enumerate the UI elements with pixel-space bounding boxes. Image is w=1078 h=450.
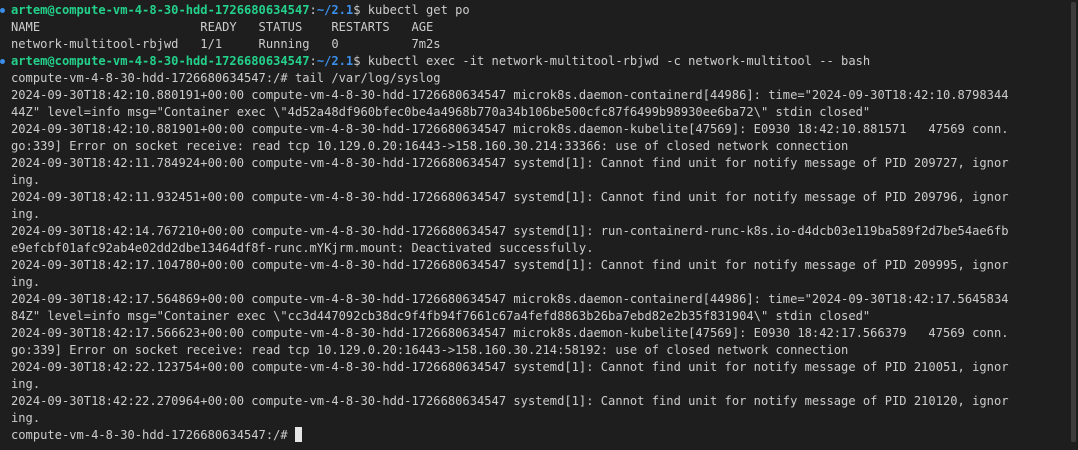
- final-prompt-line[interactable]: compute-vm-4-8-30-hdd-1726680634547:/#: [11, 427, 1068, 444]
- container-prompt-tail: compute-vm-4-8-30-hdd-1726680634547:/# t…: [11, 71, 441, 85]
- syslog-line: 2024-09-30T18:42:10.880191+00:00 compute…: [11, 88, 1009, 102]
- syslog-line: ing.: [11, 173, 41, 187]
- syslog-line: go:339] Error on socket receive: read tc…: [11, 139, 849, 153]
- syslog-line: 2024-09-30T18:42:17.104780+00:00 compute…: [11, 258, 1009, 272]
- syslog-line: 44Z" level=info msg="Container exec \"4d…: [11, 105, 871, 119]
- syslog-line: 2024-09-30T18:42:22.270964+00:00 compute…: [11, 394, 1009, 408]
- syslog-line: 2024-09-30T18:42:10.881901+00:00 compute…: [11, 122, 1009, 136]
- command-text: kubectl exec -it network-multitool-rbjwd…: [367, 54, 871, 68]
- syslog-line: 2024-09-30T18:42:22.123754+00:00 compute…: [11, 360, 1009, 374]
- syslog-line: ing.: [11, 411, 41, 425]
- scrollbar-thumb[interactable]: [1071, 2, 1076, 442]
- syslog-line: go:339] Error on socket receive: read tc…: [11, 343, 849, 357]
- prompt-path: ~/2.1: [316, 54, 354, 68]
- prompt-user-host: artem@compute-vm-4-8-30-hdd-172668063454…: [11, 3, 310, 17]
- terminal-window[interactable]: artem@compute-vm-4-8-30-hdd-172668063454…: [0, 0, 1078, 450]
- syslog-line: 2024-09-30T18:42:14.767210+00:00 compute…: [11, 224, 1009, 238]
- container-prompt: compute-vm-4-8-30-hdd-1726680634547:/#: [11, 428, 295, 442]
- syslog-line: 2024-09-30T18:42:11.784924+00:00 compute…: [11, 156, 1009, 170]
- command-marker-dot: [0, 8, 5, 13]
- pods-table-header: NAME READY STATUS RESTARTS AGE: [11, 20, 434, 34]
- syslog-line: 2024-09-30T18:42:11.932451+00:00 compute…: [11, 190, 1009, 204]
- pods-table-row: network-multitool-rbjwd 1/1 Running 0 7m…: [11, 37, 441, 51]
- prompt-line-get-po: artem@compute-vm-4-8-30-hdd-172668063454…: [11, 3, 470, 17]
- syslog-line: ing.: [11, 377, 41, 391]
- text-cursor: [294, 427, 302, 442]
- syslog-line: 2024-09-30T18:42:17.566623+00:00 compute…: [11, 326, 1009, 340]
- terminal-scrollbar[interactable]: [1068, 0, 1078, 450]
- prompt-line-exec: artem@compute-vm-4-8-30-hdd-172668063454…: [11, 54, 871, 68]
- syslog-line: ing.: [11, 207, 41, 221]
- syslog-line: 2024-09-30T18:42:17.564869+00:00 compute…: [11, 292, 1009, 306]
- prompt-user-host: artem@compute-vm-4-8-30-hdd-172668063454…: [11, 54, 310, 68]
- command-text: kubectl get po: [367, 3, 470, 17]
- syslog-line: 84Z" level=info msg="Container exec \"cc…: [11, 309, 871, 323]
- syslog-line: ing.: [11, 275, 41, 289]
- command-marker-dot: [0, 59, 5, 64]
- prompt-path: ~/2.1: [316, 3, 354, 17]
- syslog-line: e9efcbf01afc92ab4e02dd2dbe13464df8f-runc…: [11, 241, 594, 255]
